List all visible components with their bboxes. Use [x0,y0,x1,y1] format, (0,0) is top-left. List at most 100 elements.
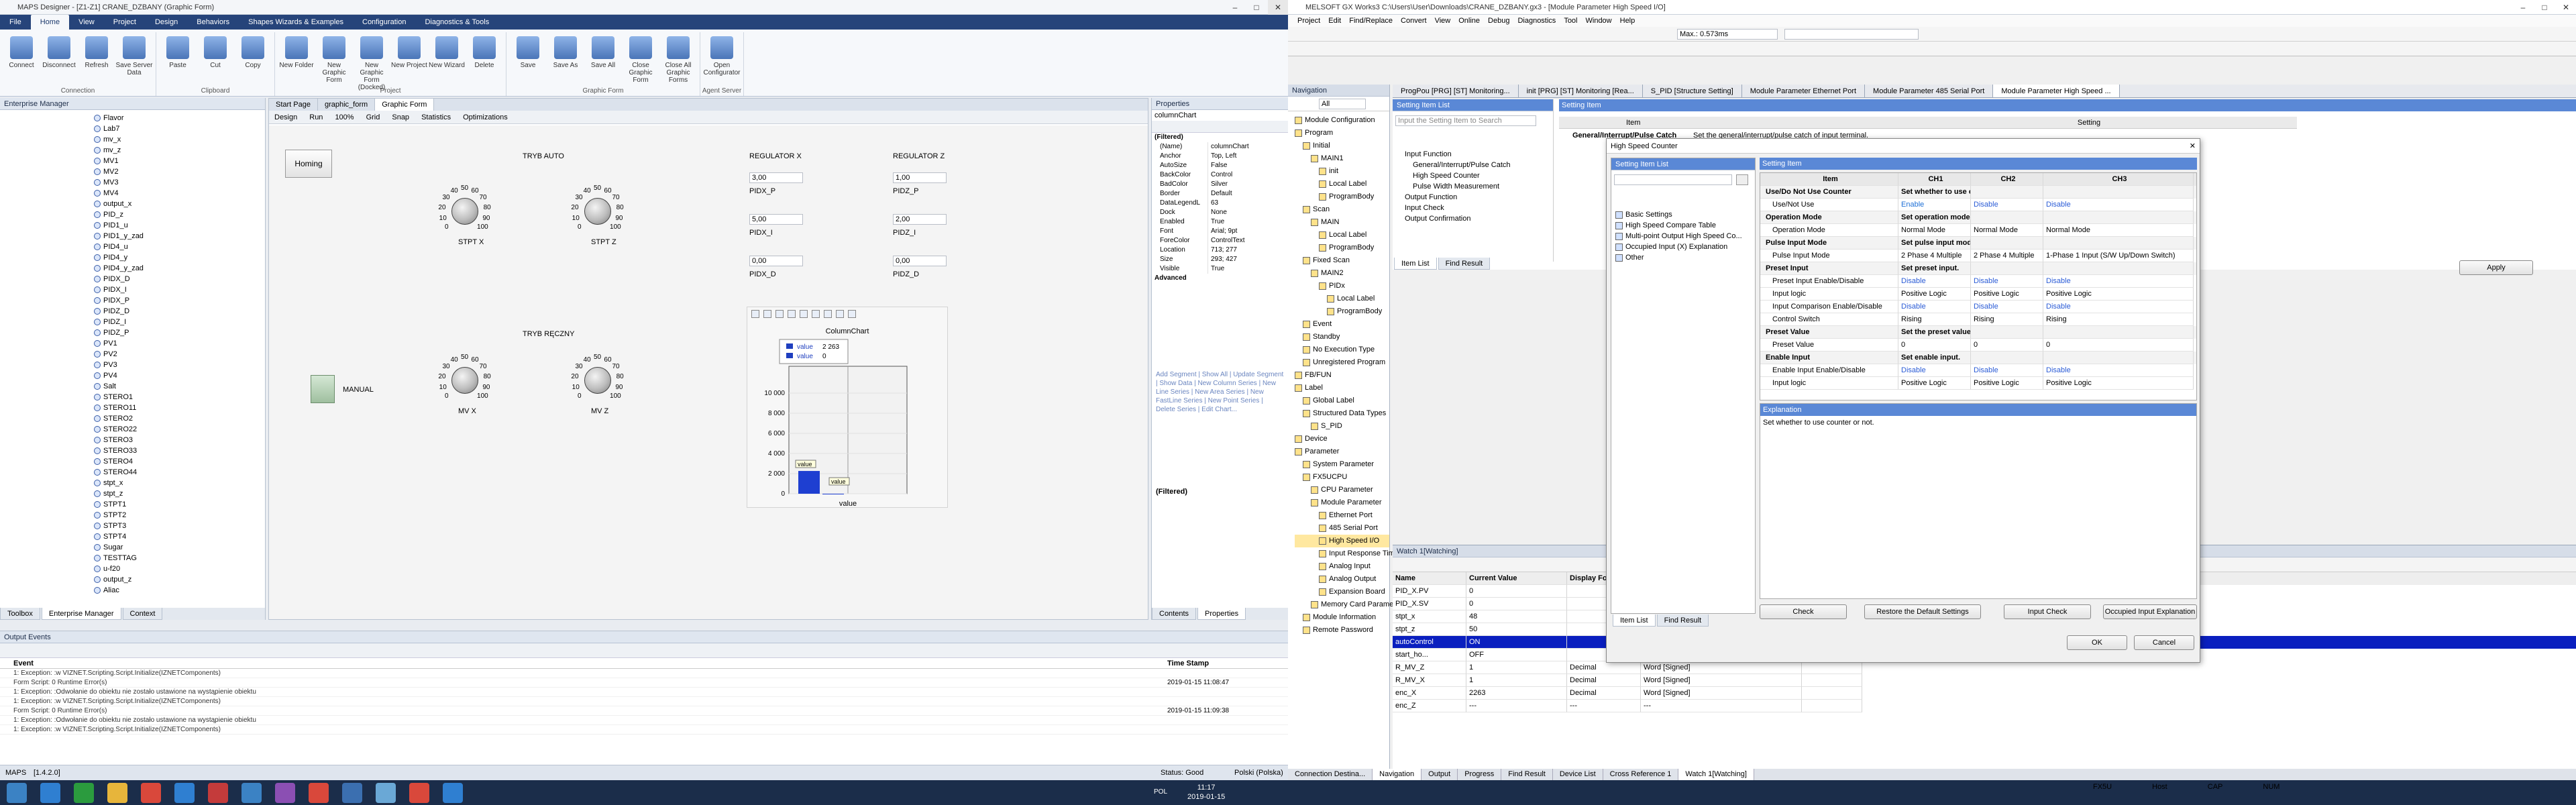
nav-tree-item[interactable]: Unregistered Program [1295,356,1389,369]
nav-tree-item[interactable]: ProgramBody [1295,191,1389,203]
tag-item[interactable]: STPT2 [94,510,265,521]
tag-item[interactable]: STERO33 [94,445,265,456]
output-row[interactable]: 1: Exception: :Odwołanie do obiektu nie … [0,716,1288,725]
tag-item[interactable]: stpt_z [94,488,265,499]
bg-list-tab[interactable]: Item List [1394,258,1437,270]
occupied-input-explanation-button[interactable]: Occupied Input Explanation [2103,604,2197,619]
app-icon[interactable] [309,783,329,803]
tag-item[interactable]: Sugar [94,542,265,553]
nav-filter-combo[interactable]: All [1319,99,1366,109]
nav-tree-item[interactable]: Structured Data Types [1295,407,1389,420]
nav-tree-item[interactable]: Expansion Board [1295,586,1389,598]
doc-tab[interactable]: graphic_form [318,99,376,111]
tag-item[interactable]: STERO22 [94,424,265,435]
chart-verbs-links[interactable]: Add Segment | Show All | Update Segment … [1152,370,1288,414]
tag-item[interactable]: PIDZ_P [94,327,265,338]
menu-item[interactable]: Debug [1488,15,1509,27]
right-doc-tab[interactable]: Module Parameter Ethernet Port [1742,85,1866,97]
tag-item[interactable]: mv_x [94,134,265,145]
pid-value-field[interactable]: 5,00 [749,214,803,225]
dialog-grid-row[interactable]: Input logic Positive Logic Positive Logic P… [1760,288,2196,301]
pid-value-field[interactable]: 0,00 [749,256,803,266]
ribbon-button[interactable]: Copy [234,32,272,96]
close-button[interactable]: ✕ [1268,0,1288,15]
dialog-grid-row[interactable]: Preset Value Set the preset value. [1760,326,2196,339]
ribbon-tab[interactable]: Shapes Wizards & Examples [239,15,353,30]
ribbon-button[interactable]: Close Graphic Form [622,32,659,96]
bottom-tab[interactable]: Connection Destina... [1288,769,1373,780]
ribbon-tab[interactable]: Home [30,15,70,30]
menu-item[interactable]: View [1435,15,1451,27]
output-row[interactable]: 1: Exception: :w VIZNET.Scripting.Script… [0,697,1288,706]
ribbon-tab[interactable]: Design [146,15,187,30]
dialog-grid-row[interactable]: Preset Input Enable/Disable Disable Disabl… [1760,275,2196,288]
ribbon-button[interactable]: New Graphic Form [315,32,353,96]
menu-item[interactable]: Edit [1328,15,1341,27]
output-row[interactable]: Form Script: 0 Runtime Error(s) 2019-01-1… [0,678,1288,688]
property-row[interactable]: Font Arial; 9pt [1152,227,1288,236]
dialog-grid-row[interactable]: Pulse Input Mode Set pulse input mode. [1760,237,2196,250]
dialog-grid-row[interactable]: Preset Value 0 0 0 [1760,339,2196,352]
property-row[interactable]: ForeColor ControlText [1152,236,1288,246]
dialog-list-tab[interactable]: Item List [1613,614,1656,627]
knob-dial[interactable] [584,367,611,394]
tag-item[interactable]: TESTTAG [94,553,265,564]
dialog-grid-row[interactable]: Preset Input Set preset input. [1760,262,2196,275]
nav-tree-item[interactable]: init [1295,165,1389,178]
dialog-tree-item[interactable]: Occupied Input (X) Explanation [1615,241,1742,252]
tag-item[interactable]: PIDZ_D [94,306,265,317]
chrome-icon[interactable] [141,783,161,803]
ribbon-tab[interactable]: File [0,15,31,30]
cancel-button[interactable]: Cancel [2134,635,2194,650]
design-toolbar-item[interactable]: Optimizations [463,113,508,121]
right-doc-tab[interactable]: init [PRG] [ST] Monitoring [Rea... [1519,85,1643,97]
tag-item[interactable]: STERO1 [94,392,265,402]
app-icon[interactable] [376,783,396,803]
nav-tree-item[interactable]: Event [1295,318,1389,331]
tag-item[interactable]: PID1_u [94,220,265,231]
setting-tree-item[interactable]: High Speed Counter [1397,170,1511,181]
right-doc-tab[interactable]: ProgPou [PRG] [ST] Monitoring... [1393,85,1519,97]
nav-tree-item[interactable]: Device [1295,433,1389,445]
zoom-in-icon[interactable] [751,310,759,318]
setting-tree-item[interactable]: Input Check [1397,203,1511,213]
nav-tree-item[interactable]: Remote Password [1295,624,1389,637]
dialog-grid-row[interactable]: Operation Mode Set operation mode. [1760,211,2196,224]
property-row[interactable]: Anchor Top, Left [1152,152,1288,161]
tag-item[interactable]: mv_z [94,145,265,156]
ribbon-tab[interactable]: Behaviors [187,15,239,30]
nav-tree-item[interactable]: ProgramBody [1295,305,1389,318]
dialog-tree-item[interactable]: Multi-point Output High Speed Co... [1615,231,1742,241]
scan-time-combo[interactable]: Max.: 0.573ms [1677,29,1778,40]
nav-tree-item[interactable]: High Speed I/O [1295,535,1389,547]
zoom-reset-icon[interactable] [788,310,796,318]
output-row[interactable]: Form Script: 0 Runtime Error(s) 2019-01-1… [0,706,1288,716]
nav-tree-item[interactable]: MAIN1 [1295,152,1389,165]
right-close-button[interactable]: ✕ [2556,0,2576,15]
nav-tree-item[interactable]: Program [1295,127,1389,140]
timestamp-column-header[interactable]: Time Stamp [1167,658,1288,668]
tag-item[interactable]: PID4_u [94,241,265,252]
tag-item[interactable]: Lab7 [94,123,265,134]
nav-tree-item[interactable]: Input Response Time [1295,547,1399,560]
dialog-grid-row[interactable]: Pulse Input Mode 2 Phase 4 Multiple 2 Phas… [1760,250,2196,262]
nav-tree-item[interactable]: Analog Input [1295,560,1389,573]
dialog-tree-item[interactable]: High Speed Compare Table [1615,220,1742,231]
apply-button[interactable]: Apply [2459,260,2533,275]
ribbon-button[interactable]: Open Configurator [703,32,741,96]
property-row[interactable]: Border Default [1152,189,1288,199]
ribbon-button[interactable]: Save Server Data [115,32,153,96]
dialog-search-icon[interactable] [1736,174,1748,185]
right-doc-tab[interactable]: Module Parameter High Speed ... [1993,85,2120,97]
ribbon-tab[interactable]: View [69,15,104,30]
maps-icon[interactable] [208,783,228,803]
start-icon[interactable] [7,783,27,803]
watch-column-header[interactable]: Name [1393,572,1466,585]
manual-switch[interactable] [311,375,335,403]
gx-works-icon[interactable] [409,783,429,803]
doc-tab[interactable]: Graphic Form [375,99,435,111]
nav-tree-item[interactable]: S_PID [1295,420,1389,433]
ribbon-button[interactable]: Close All Graphic Forms [659,32,697,96]
right-maximize-button[interactable]: □ [2534,0,2555,15]
ribbon-button[interactable]: Refresh [78,32,115,96]
